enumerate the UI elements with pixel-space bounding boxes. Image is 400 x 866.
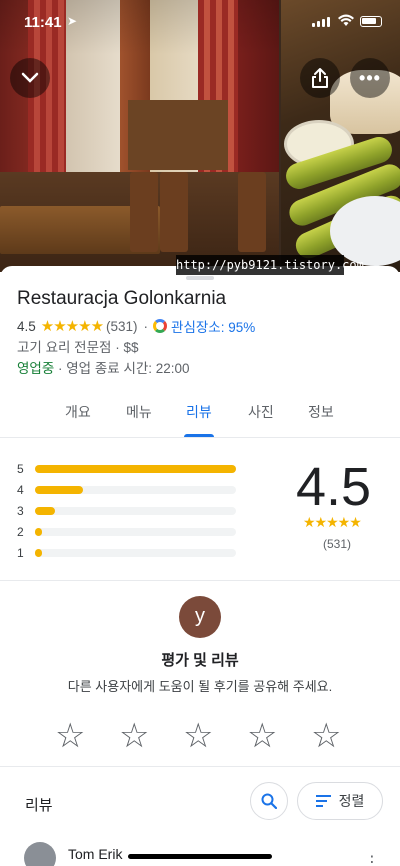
rate-star-5-icon[interactable]: ☆ (311, 716, 341, 756)
status-time: 11:41 (24, 14, 62, 31)
distribution-label: 1 (17, 546, 24, 560)
collapse-button[interactable] (10, 58, 50, 98)
more-options-button[interactable]: ••• (350, 58, 390, 98)
divider (0, 766, 400, 767)
total-review-count: (531) (323, 537, 352, 551)
tab-menu[interactable]: 메뉴 (126, 402, 152, 422)
drag-handle[interactable] (186, 276, 214, 280)
distribution-label: 4 (17, 483, 24, 497)
reviews-heading: 리뷰 (25, 797, 53, 814)
distribution-bar (35, 486, 84, 494)
watermark: http://pyb9121.tistory.com (176, 255, 364, 275)
share-icon (312, 68, 328, 88)
divider (0, 580, 400, 581)
rate-review-title: 평가 및 리뷰 (161, 652, 239, 669)
rating-stars: ★★★★★ (40, 318, 104, 335)
hours-line[interactable]: 영업중 · 영업 종료 시간: 22:00 (17, 357, 190, 377)
distribution-label: 3 (17, 504, 24, 518)
sort-reviews-button[interactable]: 정렬 (297, 782, 383, 820)
battery-icon (360, 16, 382, 27)
place-sheet (0, 266, 400, 866)
distribution-bar (35, 549, 43, 557)
rating-summary-line[interactable]: 4.5 ★★★★★ (531) · 관심장소: 95% (17, 316, 255, 336)
closing-time: · 영업 종료 시간: 22:00 (54, 361, 190, 376)
cellular-signal-icon (312, 17, 330, 27)
chevron-down-icon (21, 72, 39, 83)
tab-bar: 개요 메뉴 리뷰 사진 정보 (0, 392, 400, 438)
search-reviews-button[interactable] (250, 782, 288, 820)
open-status: 영업중 (17, 361, 55, 376)
rate-star-1-icon[interactable]: ☆ (55, 716, 85, 756)
distribution-row-5: 5 (17, 462, 236, 476)
reviewer-avatar[interactable] (24, 842, 56, 866)
distribution-row-3: 3 (17, 504, 236, 518)
sort-label: 정렬 (338, 793, 365, 809)
interest-score[interactable]: 관심장소: 95% (171, 316, 255, 336)
rating-value: 4.5 (17, 318, 36, 334)
place-title: Restauracja Golonkarnia (17, 288, 227, 309)
distribution-row-4: 4 (17, 483, 236, 497)
active-tab-indicator (184, 434, 214, 437)
search-icon (261, 793, 277, 809)
tab-overview[interactable]: 개요 (65, 402, 91, 422)
distribution-label: 5 (17, 462, 24, 476)
distribution-bar (35, 465, 236, 473)
google-icon (153, 319, 168, 333)
rate-review-subtitle: 다른 사용자에게 도움이 될 후기를 공유해 주세요. (67, 679, 333, 694)
status-bar: 11:41 ➤ (0, 0, 400, 46)
share-button[interactable] (300, 58, 340, 98)
tab-about[interactable]: 정보 (308, 402, 334, 422)
tab-photos[interactable]: 사진 (248, 402, 274, 422)
wifi-icon (338, 14, 354, 26)
rate-star-3-icon[interactable]: ☆ (183, 716, 213, 756)
more-icon: ••• (359, 67, 381, 88)
distribution-row-2: 2 (17, 525, 236, 539)
distribution-row-1: 1 (17, 546, 236, 560)
distribution-label: 2 (17, 525, 24, 539)
separator: · (143, 318, 149, 334)
location-arrow-icon: ➤ (67, 14, 78, 28)
rate-star-4-icon[interactable]: ☆ (247, 716, 277, 756)
review-more-icon[interactable]: ⋮ (364, 852, 380, 866)
distribution-bar (35, 528, 43, 536)
average-score: 4.5 (296, 457, 372, 517)
home-indicator (128, 854, 272, 859)
tab-reviews[interactable]: 리뷰 (186, 402, 212, 422)
average-stars: ★★★★★ (303, 514, 362, 530)
rate-star-2-icon[interactable]: ☆ (119, 716, 149, 756)
review-count: (531) (106, 318, 138, 334)
user-avatar: y (179, 596, 221, 638)
reviewer-name[interactable]: Tom Erik (68, 846, 122, 862)
sort-icon (315, 795, 331, 807)
distribution-bar (35, 507, 56, 515)
category-price: 고기 요리 전문점 · $$ (17, 340, 139, 355)
